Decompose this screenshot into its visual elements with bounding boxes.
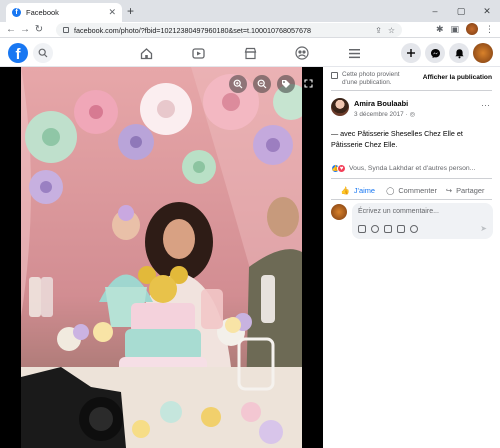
side-panel-icon[interactable]: ▣: [450, 24, 459, 35]
minimize-button[interactable]: –: [422, 0, 448, 22]
back-button[interactable]: ←: [4, 24, 18, 35]
like-label: J'aime: [353, 185, 375, 195]
facebook-logo[interactable]: f: [8, 43, 28, 63]
post-photo[interactable]: [21, 67, 302, 448]
photo-source-notice: Cette photo provient d'une publication.: [331, 71, 416, 87]
reactions-summary[interactable]: 👍 ♥ Vous, Synda Lakhdar et d'autres pers…: [331, 164, 475, 173]
address-bar[interactable]: facebook.com/photo/?fbid=102123804979601…: [56, 23, 402, 37]
tag-button[interactable]: [277, 75, 295, 93]
divider: [331, 199, 492, 200]
notice-text: Cette photo provient d'une publication.: [342, 71, 400, 86]
bookmark-star-icon[interactable]: ☆: [388, 26, 395, 35]
post-caption: — avec Pâtisserie Sheselles Chez Elle et…: [331, 129, 463, 149]
divider: [331, 90, 492, 91]
marketplace-icon[interactable]: [242, 45, 258, 61]
fullscreen-button[interactable]: [304, 79, 313, 90]
window-controls: – ▢ ✕: [422, 0, 500, 22]
divider: [331, 178, 492, 179]
reactions-text[interactable]: Vous, Synda Lakhdar et d'autres person..…: [349, 165, 475, 172]
like-button[interactable]: 👍 J'aime: [331, 181, 385, 199]
plus-icon: [407, 49, 415, 57]
post-side-panel: Cette photo provient d'une publication. …: [323, 67, 500, 448]
video-icon[interactable]: [190, 45, 206, 61]
info-icon: [331, 72, 338, 79]
browser-toolbar: ← → ↻ facebook.com/photo/?fbid=102123804…: [0, 22, 500, 38]
post-date-text: 3 décembre 2017 ·: [354, 111, 408, 118]
commenter-avatar[interactable]: [331, 204, 347, 220]
comment-label: Commenter: [398, 185, 437, 195]
zoom-out-button[interactable]: [253, 75, 271, 93]
search-button[interactable]: [33, 43, 53, 63]
globe-icon: ◎: [409, 111, 416, 118]
maximize-button[interactable]: ▢: [448, 0, 474, 22]
comment-placeholder: Écrivez un commentaire...: [358, 208, 439, 215]
avatar-sticker-icon[interactable]: [358, 225, 366, 233]
close-window-button[interactable]: ✕: [474, 0, 500, 22]
forward-button[interactable]: →: [18, 24, 32, 35]
emoji-icon[interactable]: [371, 225, 379, 233]
toolbar-actions: ✱ ▣ ⋮: [436, 23, 494, 35]
author-name[interactable]: Amira Boulaabi: [354, 99, 408, 108]
menu-icon[interactable]: [346, 45, 362, 61]
comment-input[interactable]: Écrivez un commentaire... ➤: [352, 203, 493, 239]
messenger-button[interactable]: [425, 43, 445, 63]
fullscreen-icon: [304, 79, 313, 88]
search-icon: [38, 48, 48, 58]
sticker-icon[interactable]: [410, 225, 418, 233]
new-tab-button[interactable]: +: [127, 4, 134, 18]
groups-icon[interactable]: [294, 45, 310, 61]
facebook-header: f: [0, 39, 500, 67]
comment-button[interactable]: ◯ Commenter: [385, 181, 439, 199]
create-button[interactable]: [401, 43, 421, 63]
camera-icon[interactable]: [384, 225, 392, 233]
thumbs-up-icon: 👍: [340, 185, 350, 195]
comment-icon: ◯: [386, 185, 395, 195]
zoom-in-icon: [233, 79, 243, 89]
share-label: Partager: [456, 185, 485, 195]
view-post-link[interactable]: Afficher la publication: [423, 74, 492, 81]
share-icon[interactable]: ⇪: [375, 26, 382, 35]
account-avatar[interactable]: [473, 43, 493, 63]
gif-icon[interactable]: [397, 225, 405, 233]
profile-avatar[interactable]: [466, 23, 478, 35]
share-button[interactable]: ↪ Partager: [438, 181, 492, 199]
tab-close-icon[interactable]: ✕: [108, 7, 116, 18]
home-icon[interactable]: [138, 45, 154, 61]
browser-menu-icon[interactable]: ⋮: [485, 24, 494, 35]
browser-tabstrip: f Facebook ✕ + – ▢ ✕: [0, 0, 500, 22]
tab-title: Facebook: [26, 8, 59, 17]
author-avatar[interactable]: [331, 98, 349, 116]
post-actions: 👍 J'aime ◯ Commenter ↪ Partager: [331, 181, 492, 199]
love-reaction-icon: ♥: [337, 164, 346, 173]
more-options-button[interactable]: ···: [481, 100, 490, 110]
url-text[interactable]: facebook.com/photo/?fbid=102123804979601…: [74, 26, 369, 35]
browser-tab[interactable]: f Facebook ✕: [6, 3, 122, 22]
lock-icon[interactable]: [63, 27, 69, 33]
zoom-out-icon: [257, 79, 267, 89]
facebook-favicon-icon: f: [12, 8, 21, 17]
bell-icon: [454, 48, 464, 58]
messenger-icon: [430, 48, 440, 58]
extensions-icon[interactable]: ✱: [436, 24, 444, 35]
photo-viewer: [0, 67, 323, 448]
zoom-in-button[interactable]: [229, 75, 247, 93]
party-photo-image: [21, 67, 302, 448]
reload-button[interactable]: ↻: [32, 24, 46, 35]
send-icon[interactable]: ➤: [480, 224, 487, 233]
comment-tools: [358, 225, 418, 233]
tag-icon: [282, 80, 290, 88]
notifications-button[interactable]: [449, 43, 469, 63]
share-arrow-icon: ↪: [445, 185, 453, 195]
post-date[interactable]: 3 décembre 2017 · ◎: [354, 110, 415, 118]
